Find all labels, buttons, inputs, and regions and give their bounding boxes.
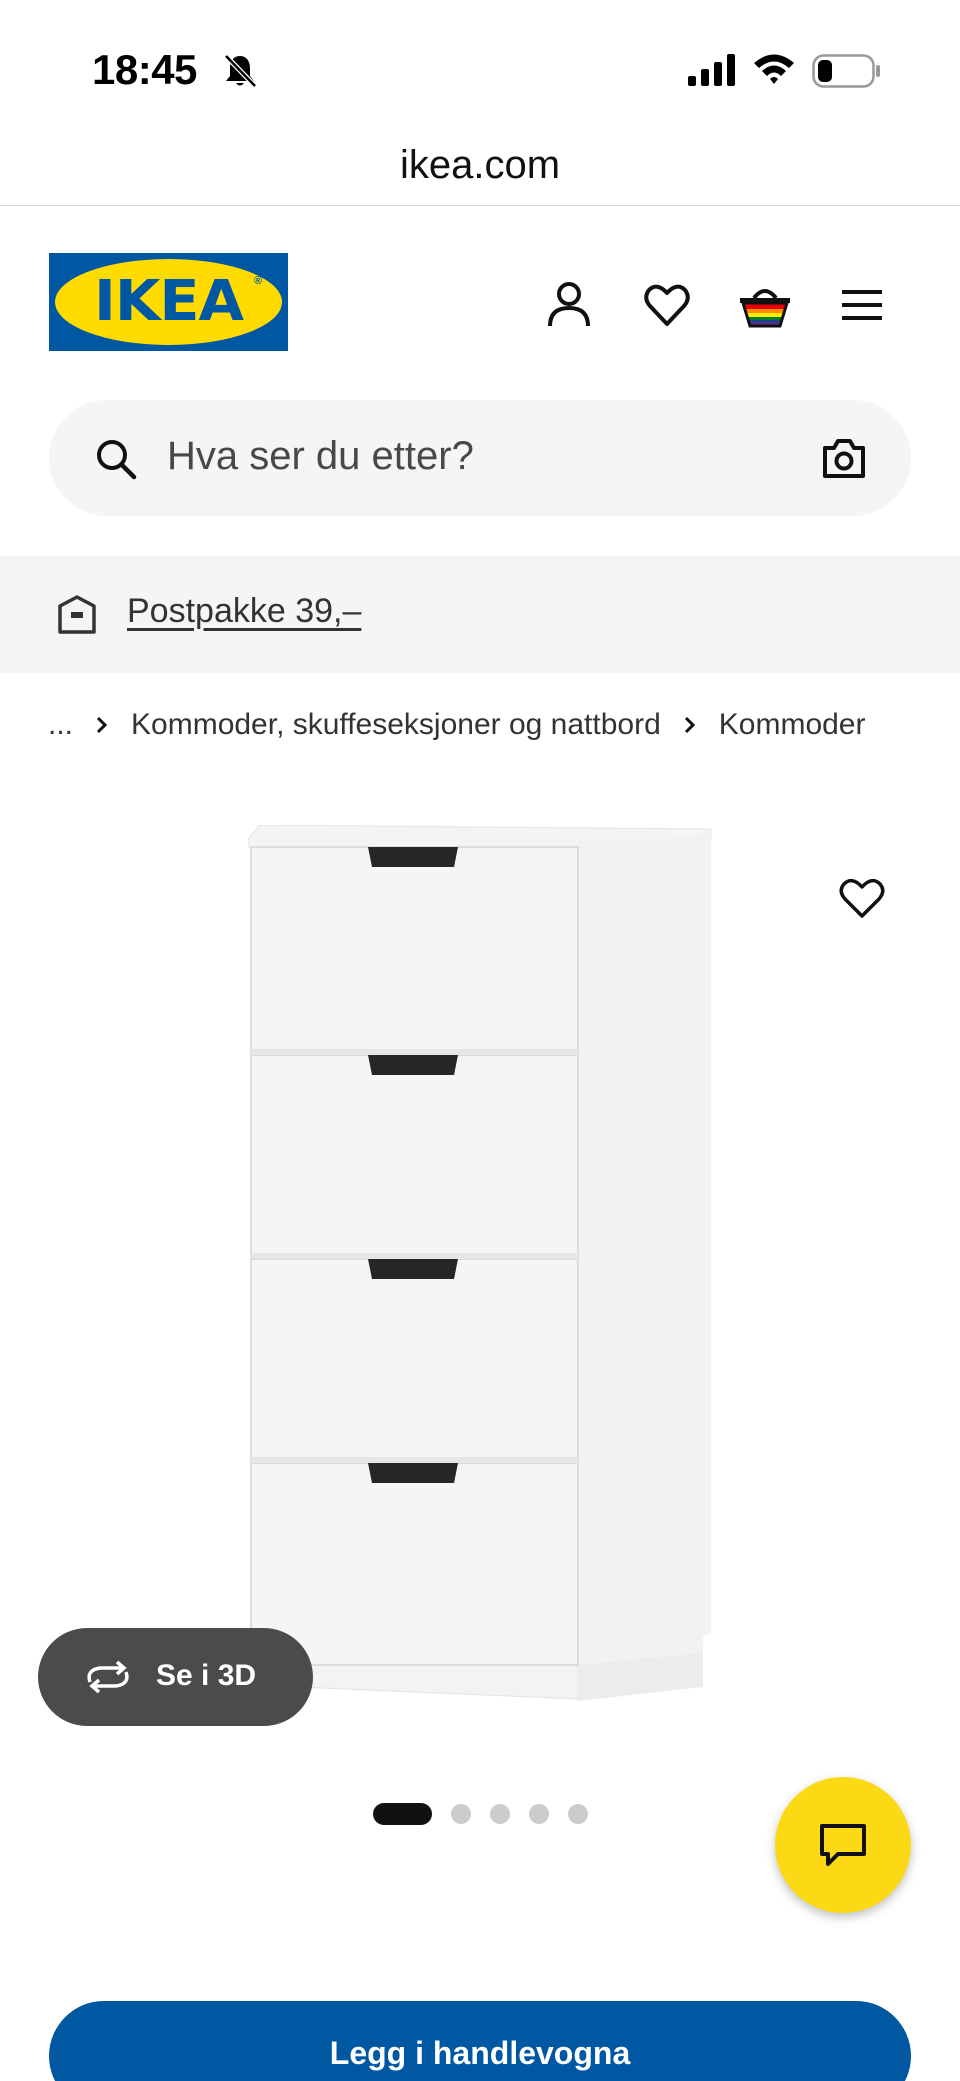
bell-slash-icon [224, 54, 257, 88]
menu-icon[interactable] [838, 280, 886, 330]
product-image[interactable] [248, 825, 713, 1747]
browser-url-bar[interactable]: ikea.com [0, 130, 960, 206]
logo-text: IKEA [94, 269, 244, 334]
url-text: ikea.com [399, 143, 561, 187]
save-to-favourites-icon[interactable] [838, 876, 886, 920]
wifi-icon [754, 54, 794, 84]
status-bar: 18:45 [0, 0, 960, 120]
carousel-dot[interactable] [529, 1804, 549, 1824]
search-bar[interactable]: Hva ser du etter? [49, 400, 911, 516]
chevron-right-icon [96, 716, 108, 734]
cellular-signal-icon [688, 54, 735, 86]
search-input[interactable]: Hva ser du etter? [167, 434, 474, 479]
status-time: 18:45 [92, 46, 197, 93]
carousel-dot-active[interactable] [373, 1803, 432, 1825]
breadcrumb: ... Kommoder, skuffeseksjoner og nattbor… [48, 704, 865, 746]
chat-bubble-icon [820, 1824, 866, 1866]
breadcrumb-ellipsis[interactable]: ... [48, 708, 73, 742]
add-to-cart-button[interactable]: Legg i handlevogna [49, 2001, 911, 2081]
rotate-3d-icon [87, 1660, 129, 1694]
carousel-dot[interactable] [568, 1804, 588, 1824]
see-in-3d-button[interactable]: Se i 3D [38, 1628, 313, 1726]
breadcrumb-item-category[interactable]: Kommoder, skuffeseksjoner og nattbord [131, 708, 661, 742]
breadcrumb-item-current[interactable]: Kommoder [719, 708, 866, 742]
camera-icon[interactable] [821, 436, 867, 480]
logo-registered-mark: ® [254, 275, 263, 287]
chat-button[interactable] [775, 1777, 911, 1913]
ikea-logo[interactable]: IKEA ® [49, 253, 288, 351]
site-header: IKEA ® [0, 206, 960, 386]
chevron-right-icon [684, 716, 695, 734]
carousel-dot[interactable] [490, 1804, 510, 1824]
heart-icon[interactable] [643, 280, 691, 330]
basket-icon[interactable] [738, 280, 792, 330]
shipping-promo-bar[interactable]: Postpakke 39,– [0, 556, 960, 673]
carousel-dot[interactable] [451, 1804, 471, 1824]
add-to-cart-label: Legg i handlevogna [329, 2035, 631, 2071]
account-icon[interactable] [545, 280, 593, 330]
parcel-icon [58, 595, 96, 634]
product-image-gallery[interactable]: Se i 3D [0, 790, 960, 1760]
shipping-promo-link[interactable]: Postpakke 39,– [127, 592, 361, 631]
image-carousel-indicator [373, 1803, 588, 1825]
search-icon[interactable] [95, 438, 137, 480]
see-in-3d-label: Se i 3D [156, 1659, 257, 1692]
battery-icon [812, 54, 880, 88]
